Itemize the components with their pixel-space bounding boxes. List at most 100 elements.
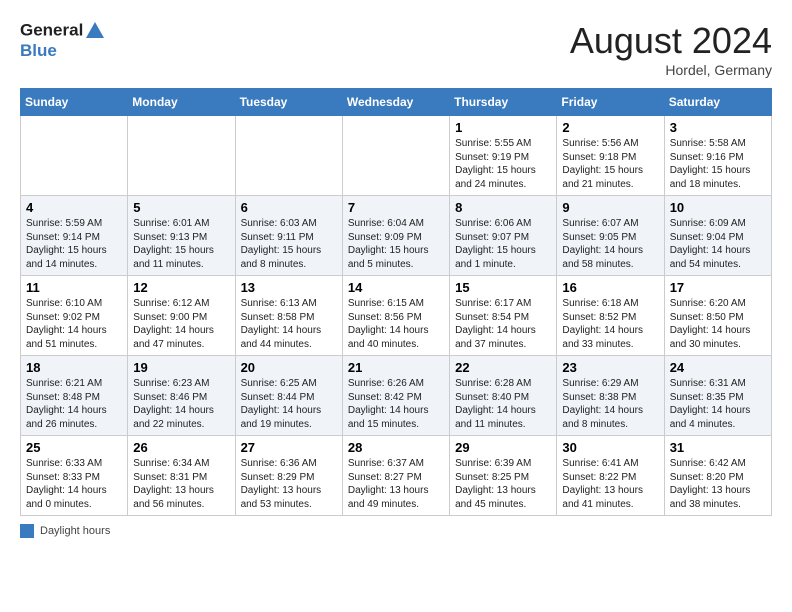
day-number: 17 — [670, 280, 766, 295]
calendar-cell: 5 Sunrise: 6:01 AM Sunset: 9:13 PM Daylig… — [128, 196, 235, 276]
day-number: 4 — [26, 200, 122, 215]
day-number: 5 — [133, 200, 229, 215]
month-title: August 2024 — [570, 20, 772, 62]
cell-content: Sunrise: 6:29 AM Sunset: 8:38 PM Dayligh… — [562, 377, 658, 431]
cell-content: Sunrise: 6:28 AM Sunset: 8:40 PM Dayligh… — [455, 377, 551, 431]
calendar-week-5: 25 Sunrise: 6:33 AM Sunset: 8:33 PM Dayli… — [21, 436, 772, 516]
day-number: 8 — [455, 200, 551, 215]
day-number: 22 — [455, 360, 551, 375]
day-number: 12 — [133, 280, 229, 295]
cell-content: Sunrise: 5:58 AM Sunset: 9:16 PM Dayligh… — [670, 137, 766, 191]
weekday-header-tuesday: Tuesday — [235, 89, 342, 116]
calendar-cell — [342, 116, 449, 196]
cell-content: Sunrise: 6:01 AM Sunset: 9:13 PM Dayligh… — [133, 217, 229, 271]
cell-content: Sunrise: 5:56 AM Sunset: 9:18 PM Dayligh… — [562, 137, 658, 191]
calendar-cell: 17 Sunrise: 6:20 AM Sunset: 8:50 PM Dayli… — [664, 276, 771, 356]
cell-content: Sunrise: 5:55 AM Sunset: 9:19 PM Dayligh… — [455, 137, 551, 191]
calendar-cell: 28 Sunrise: 6:37 AM Sunset: 8:27 PM Dayli… — [342, 436, 449, 516]
calendar-cell: 9 Sunrise: 6:07 AM Sunset: 9:05 PM Daylig… — [557, 196, 664, 276]
cell-content: Sunrise: 6:03 AM Sunset: 9:11 PM Dayligh… — [241, 217, 337, 271]
cell-content: Sunrise: 6:06 AM Sunset: 9:07 PM Dayligh… — [455, 217, 551, 271]
day-number: 19 — [133, 360, 229, 375]
calendar-cell — [235, 116, 342, 196]
day-number: 11 — [26, 280, 122, 295]
cell-content: Sunrise: 6:23 AM Sunset: 8:46 PM Dayligh… — [133, 377, 229, 431]
day-number: 31 — [670, 440, 766, 455]
day-number: 15 — [455, 280, 551, 295]
day-number: 13 — [241, 280, 337, 295]
weekday-header-thursday: Thursday — [450, 89, 557, 116]
weekday-header-sunday: Sunday — [21, 89, 128, 116]
logo-blue: Blue — [20, 42, 106, 61]
calendar-cell: 19 Sunrise: 6:23 AM Sunset: 8:46 PM Dayli… — [128, 356, 235, 436]
calendar-table: SundayMondayTuesdayWednesdayThursdayFrid… — [20, 88, 772, 516]
cell-content: Sunrise: 6:04 AM Sunset: 9:09 PM Dayligh… — [348, 217, 444, 271]
calendar-cell: 6 Sunrise: 6:03 AM Sunset: 9:11 PM Daylig… — [235, 196, 342, 276]
calendar-cell: 10 Sunrise: 6:09 AM Sunset: 9:04 PM Dayli… — [664, 196, 771, 276]
cell-content: Sunrise: 6:09 AM Sunset: 9:04 PM Dayligh… — [670, 217, 766, 271]
cell-content: Sunrise: 6:15 AM Sunset: 8:56 PM Dayligh… — [348, 297, 444, 351]
cell-content: Sunrise: 6:12 AM Sunset: 9:00 PM Dayligh… — [133, 297, 229, 351]
day-number: 6 — [241, 200, 337, 215]
day-number: 25 — [26, 440, 122, 455]
logo-icon — [84, 20, 106, 42]
calendar-week-3: 11 Sunrise: 6:10 AM Sunset: 9:02 PM Dayli… — [21, 276, 772, 356]
cell-content: Sunrise: 6:39 AM Sunset: 8:25 PM Dayligh… — [455, 457, 551, 511]
location: Hordel, Germany — [570, 62, 772, 78]
calendar-cell: 12 Sunrise: 6:12 AM Sunset: 9:00 PM Dayli… — [128, 276, 235, 356]
day-number: 20 — [241, 360, 337, 375]
page-header: General Blue August 2024 Hordel, Germany — [20, 20, 772, 78]
day-number: 26 — [133, 440, 229, 455]
cell-content: Sunrise: 5:59 AM Sunset: 9:14 PM Dayligh… — [26, 217, 122, 271]
calendar-cell: 23 Sunrise: 6:29 AM Sunset: 8:38 PM Dayli… — [557, 356, 664, 436]
cell-content: Sunrise: 6:20 AM Sunset: 8:50 PM Dayligh… — [670, 297, 766, 351]
cell-content: Sunrise: 6:26 AM Sunset: 8:42 PM Dayligh… — [348, 377, 444, 431]
cell-content: Sunrise: 6:42 AM Sunset: 8:20 PM Dayligh… — [670, 457, 766, 511]
day-number: 7 — [348, 200, 444, 215]
day-number: 21 — [348, 360, 444, 375]
cell-content: Sunrise: 6:36 AM Sunset: 8:29 PM Dayligh… — [241, 457, 337, 511]
weekday-header-row: SundayMondayTuesdayWednesdayThursdayFrid… — [21, 89, 772, 116]
calendar-cell: 26Sunrise: 6:34 AM Sunset: 8:31 PM Dayli… — [128, 436, 235, 516]
calendar-cell: 29 Sunrise: 6:39 AM Sunset: 8:25 PM Dayli… — [450, 436, 557, 516]
day-number: 10 — [670, 200, 766, 215]
legend-color-box — [20, 524, 34, 538]
cell-content: Sunrise: 6:21 AM Sunset: 8:48 PM Dayligh… — [26, 377, 122, 431]
calendar-cell: 14Sunrise: 6:15 AM Sunset: 8:56 PM Dayli… — [342, 276, 449, 356]
calendar-cell: 22 Sunrise: 6:28 AM Sunset: 8:40 PM Dayli… — [450, 356, 557, 436]
cell-content: Sunrise: 6:25 AM Sunset: 8:44 PM Dayligh… — [241, 377, 337, 431]
day-number: 2 — [562, 120, 658, 135]
calendar-cell: 4 Sunrise: 5:59 AM Sunset: 9:14 PM Daylig… — [21, 196, 128, 276]
calendar-cell: 24Sunrise: 6:31 AM Sunset: 8:35 PM Dayli… — [664, 356, 771, 436]
calendar-week-2: 4 Sunrise: 5:59 AM Sunset: 9:14 PM Daylig… — [21, 196, 772, 276]
cell-content: Sunrise: 6:18 AM Sunset: 8:52 PM Dayligh… — [562, 297, 658, 351]
day-number: 28 — [348, 440, 444, 455]
calendar-cell: 3Sunrise: 5:58 AM Sunset: 9:16 PM Daylig… — [664, 116, 771, 196]
day-number: 9 — [562, 200, 658, 215]
calendar-cell: 7 Sunrise: 6:04 AM Sunset: 9:09 PM Daylig… — [342, 196, 449, 276]
calendar-cell: 20 Sunrise: 6:25 AM Sunset: 8:44 PM Dayli… — [235, 356, 342, 436]
cell-content: Sunrise: 6:13 AM Sunset: 8:58 PM Dayligh… — [241, 297, 337, 351]
cell-content: Sunrise: 6:07 AM Sunset: 9:05 PM Dayligh… — [562, 217, 658, 271]
day-number: 16 — [562, 280, 658, 295]
weekday-header-wednesday: Wednesday — [342, 89, 449, 116]
title-block: August 2024 Hordel, Germany — [570, 20, 772, 78]
day-number: 29 — [455, 440, 551, 455]
weekday-header-saturday: Saturday — [664, 89, 771, 116]
calendar-cell: 13 Sunrise: 6:13 AM Sunset: 8:58 PM Dayli… — [235, 276, 342, 356]
calendar-cell: 18 Sunrise: 6:21 AM Sunset: 8:48 PM Dayli… — [21, 356, 128, 436]
day-number: 30 — [562, 440, 658, 455]
day-number: 23 — [562, 360, 658, 375]
day-number: 27 — [241, 440, 337, 455]
calendar-cell: 25 Sunrise: 6:33 AM Sunset: 8:33 PM Dayli… — [21, 436, 128, 516]
cell-content: Sunrise: 6:33 AM Sunset: 8:33 PM Dayligh… — [26, 457, 122, 511]
cell-content: Sunrise: 6:37 AM Sunset: 8:27 PM Dayligh… — [348, 457, 444, 511]
day-number: 18 — [26, 360, 122, 375]
calendar-cell: 27 Sunrise: 6:36 AM Sunset: 8:29 PM Dayli… — [235, 436, 342, 516]
calendar-cell: 15Sunrise: 6:17 AM Sunset: 8:54 PM Dayli… — [450, 276, 557, 356]
footer-legend: Daylight hours — [20, 524, 772, 538]
cell-content: Sunrise: 6:10 AM Sunset: 9:02 PM Dayligh… — [26, 297, 122, 351]
cell-content: Sunrise: 6:41 AM Sunset: 8:22 PM Dayligh… — [562, 457, 658, 511]
weekday-header-friday: Friday — [557, 89, 664, 116]
calendar-cell: 16 Sunrise: 6:18 AM Sunset: 8:52 PM Dayli… — [557, 276, 664, 356]
